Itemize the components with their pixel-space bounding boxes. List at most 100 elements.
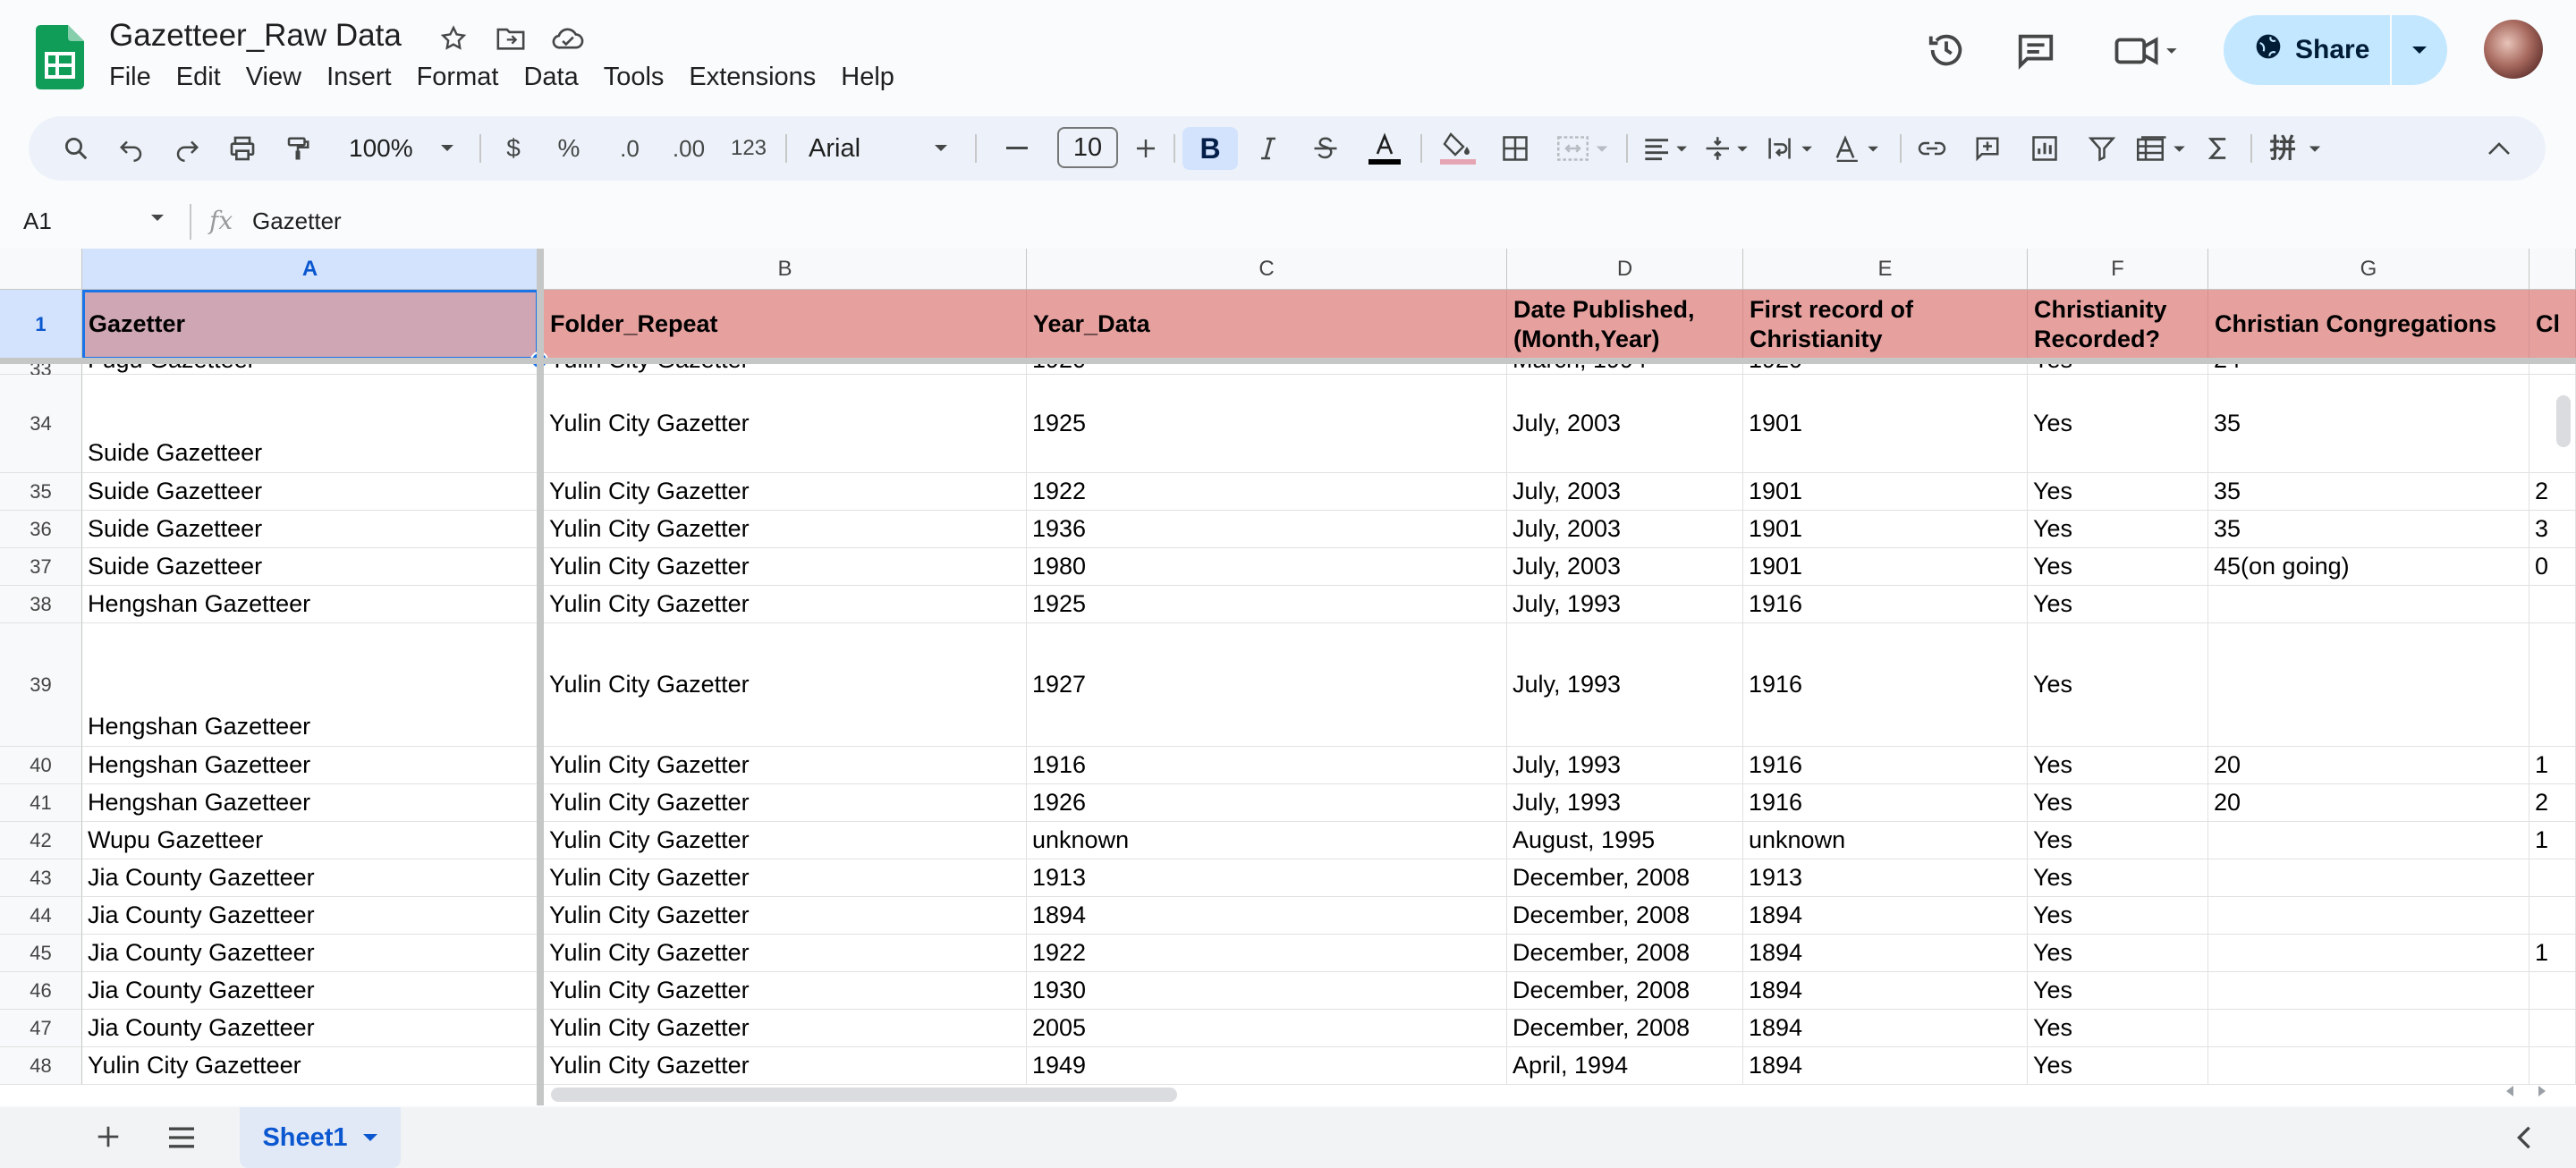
cell-christianity-recorded[interactable]: Yes	[2028, 1010, 2208, 1047]
font-caret-icon[interactable]	[930, 116, 952, 181]
cell-christian-congregations[interactable]: 20	[2208, 747, 2529, 784]
functions-sigma-icon[interactable]	[2199, 116, 2238, 181]
text-color-icon[interactable]	[1363, 116, 1406, 181]
borders-icon[interactable]	[1496, 116, 1535, 181]
move-folder-icon[interactable]	[492, 20, 530, 57]
row-header-38[interactable]: 38	[0, 586, 82, 623]
meet-video-icon[interactable]	[2107, 25, 2188, 75]
formula-input[interactable]: Gazetter	[252, 207, 342, 235]
cell-christianity-recorded[interactable]: Yes	[2028, 972, 2208, 1010]
cell-christian-congregations[interactable]: 24	[2208, 364, 2529, 375]
column-header-g[interactable]: G	[2208, 249, 2529, 290]
cell-christianity-recorded[interactable]: Yes	[2028, 859, 2208, 897]
sheet-tab-sheet1[interactable]: Sheet1	[240, 1107, 401, 1168]
header-cell-h-partial[interactable]: Cl	[2529, 290, 2576, 360]
cell-gazetter[interactable]: Wupu Gazetteer	[82, 822, 544, 859]
row-header-36[interactable]: 36	[0, 511, 82, 548]
cell-date-published[interactable]: July, 1993	[1507, 784, 1743, 822]
cell-col-h[interactable]: 1	[2529, 935, 2576, 972]
column-header-e[interactable]: E	[1743, 249, 2028, 290]
row-header-44[interactable]: 44	[0, 897, 82, 935]
select-all-corner[interactable]	[0, 249, 82, 290]
collapse-sidepanel-icon[interactable]	[2515, 1125, 2533, 1155]
cell-gazetter[interactable]: Yulin City Gazetteer	[82, 1047, 544, 1085]
search-menus-icon[interactable]	[55, 116, 97, 181]
cell-gazetter[interactable]: Suide Gazetteer	[82, 473, 544, 511]
row-header-33[interactable]: 33	[0, 364, 82, 380]
cell-first-record[interactable]: 1894	[1743, 935, 2028, 972]
name-box[interactable]: A1	[23, 207, 52, 235]
menu-insert[interactable]: Insert	[314, 59, 404, 96]
cell-christian-congregations[interactable]: 45(on going)	[2208, 548, 2529, 586]
header-cell-year-data[interactable]: Year_Data	[1027, 290, 1507, 360]
cell-year-data[interactable]: 1925	[1027, 375, 1507, 473]
cell-first-record[interactable]: 1916	[1743, 747, 2028, 784]
cell-year-data[interactable]: 1913	[1027, 859, 1507, 897]
header-cell-christianity-recorded[interactable]: Christianity Recorded?	[2028, 290, 2208, 360]
row-header-42[interactable]: 42	[0, 822, 82, 859]
insert-link-icon[interactable]	[1912, 116, 1952, 181]
increase-font-size-icon[interactable]	[1127, 116, 1165, 181]
zoom-select[interactable]: 100%	[349, 116, 413, 181]
currency-format-button[interactable]: $	[496, 116, 531, 181]
cell-year-data[interactable]: 1930	[1027, 972, 1507, 1010]
all-sheets-icon[interactable]	[166, 1125, 197, 1155]
cell-christian-congregations[interactable]	[2208, 1010, 2529, 1047]
cell-col-h[interactable]: 1	[2529, 822, 2576, 859]
text-wrapping-icon[interactable]	[1760, 116, 1825, 181]
font-family-select[interactable]: Arial	[809, 116, 925, 181]
increase-decimal-button[interactable]: .00	[664, 116, 714, 181]
cell-first-record[interactable]: 1916	[1743, 586, 2028, 623]
cell-col-h[interactable]	[2529, 1010, 2576, 1047]
cell-first-record[interactable]: 1894	[1743, 972, 2028, 1010]
cell-date-published[interactable]: December, 2008	[1507, 859, 1743, 897]
cell-gazetter[interactable]: Jia County Gazetteer	[82, 1010, 544, 1047]
column-header-d[interactable]: D	[1507, 249, 1743, 290]
vertical-scrollbar[interactable]	[2556, 395, 2571, 447]
cell-folder-repeat[interactable]: Yulin City Gazetter	[544, 548, 1027, 586]
cell-christianity-recorded[interactable]: Yes	[2028, 822, 2208, 859]
cell-folder-repeat[interactable]: Yulin City Gazetter	[544, 747, 1027, 784]
undo-icon[interactable]	[111, 116, 152, 181]
cell-first-record[interactable]: 1894	[1743, 897, 2028, 935]
italic-icon[interactable]	[1249, 116, 1288, 181]
cell-christianity-recorded[interactable]: Yes	[2028, 548, 2208, 586]
cell-date-published[interactable]: April, 1994	[1507, 1047, 1743, 1085]
filter-icon[interactable]	[2082, 116, 2122, 181]
cell-col-h[interactable]: 2	[2529, 784, 2576, 822]
insert-chart-icon[interactable]	[2025, 116, 2064, 181]
strikethrough-icon[interactable]	[1306, 116, 1345, 181]
cell-col-h[interactable]: 0	[2529, 548, 2576, 586]
cell-folder-repeat[interactable]: Yulin City Gazetter	[544, 784, 1027, 822]
horizontal-align-icon[interactable]	[1639, 116, 1698, 181]
menu-tools[interactable]: Tools	[591, 59, 677, 96]
cell-first-record[interactable]: 1894	[1743, 1047, 2028, 1085]
cell-christianity-recorded[interactable]: Yes	[2028, 511, 2208, 548]
cell-date-published[interactable]: July, 2003	[1507, 548, 1743, 586]
cell-date-published[interactable]: August, 1995	[1507, 822, 1743, 859]
cell-christian-congregations[interactable]	[2208, 586, 2529, 623]
cell-folder-repeat[interactable]: Yulin City Gazetter	[544, 586, 1027, 623]
cell-year-data[interactable]: 1949	[1027, 1047, 1507, 1085]
cell-year-data[interactable]: 1922	[1027, 473, 1507, 511]
cell-christianity-recorded[interactable]: Yes	[2028, 784, 2208, 822]
cell-christian-congregations[interactable]	[2208, 1047, 2529, 1085]
cell-folder-repeat[interactable]: Yulin City Gazetter	[544, 1010, 1027, 1047]
avatar[interactable]	[2484, 20, 2543, 79]
cell-year-data[interactable]: unknown	[1027, 822, 1507, 859]
name-box-caret-icon[interactable]	[150, 211, 165, 227]
cell-folder-repeat[interactable]: Yulin City Gazetter	[544, 473, 1027, 511]
cell-year-data[interactable]: 1922	[1027, 935, 1507, 972]
header-cell-gazetter[interactable]: Gazetter	[82, 290, 544, 360]
cell-christian-congregations[interactable]	[2208, 822, 2529, 859]
cell-folder-repeat[interactable]: Yulin City Gazetter	[544, 935, 1027, 972]
text-rotation-icon[interactable]	[1826, 116, 1891, 181]
row-header-37[interactable]: 37	[0, 548, 82, 586]
cell-col-h[interactable]: 3	[2529, 511, 2576, 548]
cell-col-h[interactable]: 2	[2529, 473, 2576, 511]
cell-col-h[interactable]	[2529, 364, 2576, 375]
menu-data[interactable]: Data	[511, 59, 590, 96]
bold-button[interactable]: B	[1182, 127, 1238, 170]
cell-christian-congregations[interactable]: 35	[2208, 511, 2529, 548]
share-button[interactable]: Share	[2224, 15, 2390, 85]
